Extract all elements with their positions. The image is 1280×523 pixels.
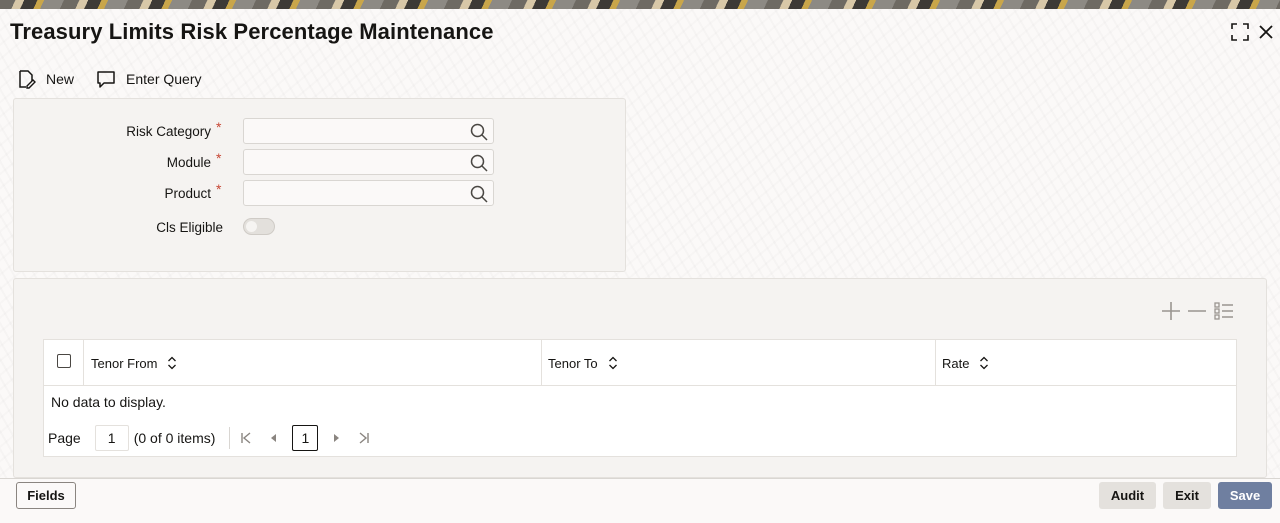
required-mark: * [216,150,222,166]
product-label: Product [164,185,211,201]
page-number-input[interactable]: 1 [94,425,129,451]
enter-query-label: Enter Query [126,71,202,87]
toolbar: New Enter Query [16,66,224,92]
risk-category-input[interactable] [243,118,494,144]
column-divider [83,340,84,386]
new-button-label: New [46,71,75,87]
select-all-checkbox[interactable] [57,354,71,368]
sort-icon[interactable] [167,356,177,370]
module-input[interactable] [243,149,494,175]
next-page-icon[interactable] [328,430,344,446]
form-panel: Risk Category * Module * Product * Cls E… [13,98,626,272]
column-divider [935,340,936,386]
cls-eligible-toggle[interactable] [243,218,275,235]
items-count: (0 of 0 items) [133,430,216,446]
cls-eligible-row: Cls Eligible [14,214,223,240]
column-tenor-to-label: Tenor To [548,355,598,371]
tenor-rate-table: Tenor From Tenor To Rate No data to disp… [43,339,1237,457]
module-row: Module [14,149,211,175]
column-tenor-from-label: Tenor From [91,355,158,371]
audit-button[interactable]: Audit [1099,482,1156,509]
current-page[interactable]: 1 [292,425,319,451]
previous-page-icon[interactable] [266,430,282,446]
first-page-icon[interactable] [238,430,254,446]
fields-button[interactable]: Fields [16,482,76,509]
chat-bubble-icon [97,71,115,88]
column-tenor-to[interactable]: Tenor To [548,340,618,386]
column-rate[interactable]: Rate [942,340,989,386]
close-icon[interactable] [1255,21,1277,43]
empty-message: No data to display. [51,394,166,410]
plus-icon[interactable] [1160,300,1182,322]
pagination: Page 1 (0 of 0 items) 1 [48,424,372,452]
required-mark: * [216,119,222,135]
last-page-icon[interactable] [356,430,372,446]
pager-divider [229,427,231,449]
column-tenor-from[interactable]: Tenor From [91,340,177,386]
cls-eligible-label: Cls Eligible [156,219,223,235]
required-mark: * [216,181,222,197]
sort-icon[interactable] [608,356,618,370]
module-label: Module [166,154,211,170]
column-rate-label: Rate [942,355,970,371]
risk-category-label: Risk Category [126,123,211,139]
search-icon[interactable] [469,184,489,204]
window-header: Treasury Limits Risk Percentage Maintena… [0,9,1280,59]
search-icon[interactable] [469,153,489,173]
page-title: Treasury Limits Risk Percentage Maintena… [10,19,494,44]
new-button[interactable]: New [16,66,74,92]
search-icon[interactable] [469,122,489,142]
risk-category-row: Risk Category [14,118,211,144]
save-button[interactable]: Save [1218,482,1272,509]
enter-query-button[interactable]: Enter Query [96,66,202,92]
list-icon[interactable] [1213,300,1235,322]
product-row: Product [14,180,211,206]
exit-button[interactable]: Exit [1163,482,1211,509]
page-label: Page [48,430,81,446]
column-divider [541,340,542,386]
table-header: Tenor From Tenor To Rate [44,340,1236,386]
sort-icon[interactable] [979,356,989,370]
document-edit-icon [19,70,36,89]
minus-icon[interactable] [1186,300,1208,322]
footer-bar: Fields Audit Exit Save [0,478,1280,523]
product-input[interactable] [243,180,494,206]
maximize-icon[interactable] [1229,21,1251,43]
top-decorative-band [0,0,1280,9]
